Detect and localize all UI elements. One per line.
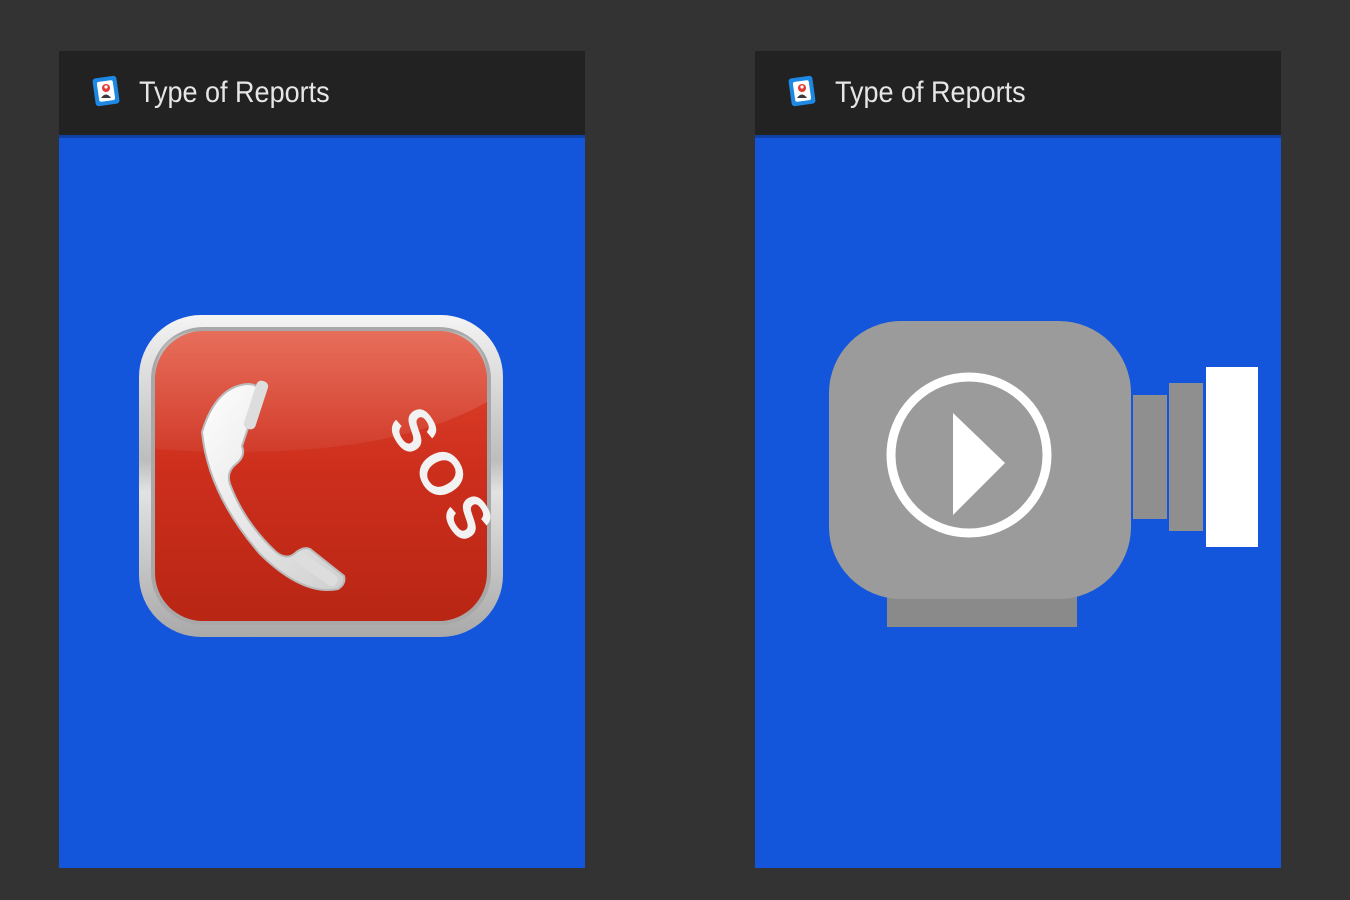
screen-video: Type of Reports <box>755 51 1281 868</box>
screen-sos: Type of Reports SOS <box>59 51 585 868</box>
page-title: Type of Reports <box>835 76 1026 109</box>
page-title: Type of Reports <box>139 76 330 109</box>
action-bar: Type of Reports <box>59 51 585 138</box>
app-logo-icon[interactable] <box>92 74 122 108</box>
action-bar: Type of Reports <box>755 51 1281 138</box>
sos-call-button[interactable]: SOS <box>138 314 504 638</box>
action-bar-shadow <box>755 135 1281 138</box>
app-logo-icon[interactable] <box>788 74 818 108</box>
video-report-button[interactable] <box>829 321 1261 633</box>
action-bar-shadow <box>59 135 585 138</box>
